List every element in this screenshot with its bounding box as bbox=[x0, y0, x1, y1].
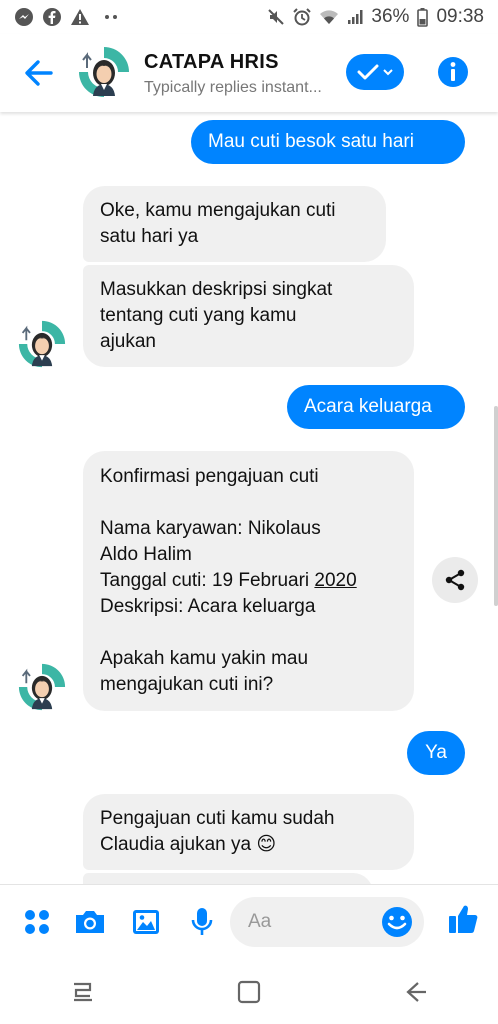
emoji-icon[interactable] bbox=[380, 905, 414, 939]
confirmation-heading: Konfirmasi pengajuan cuti bbox=[100, 466, 319, 487]
leave-date: Tanggal cuti: 19 Februari 2020 bbox=[100, 568, 397, 594]
incoming-message[interactable]: Oke, kamu mengajukan cuti satu hari ya bbox=[83, 186, 386, 262]
share-button[interactable] bbox=[432, 557, 478, 603]
outgoing-message[interactable]: Acara keluarga bbox=[287, 385, 465, 429]
confirmation-question: Apakah kamu yakin mau mengajukan cuti in… bbox=[100, 648, 309, 695]
outgoing-message[interactable]: Ya bbox=[407, 731, 465, 775]
info-icon bbox=[438, 57, 468, 87]
scrollbar[interactable] bbox=[494, 406, 498, 606]
smile-emoji: 😊 bbox=[256, 834, 277, 855]
info-button[interactable] bbox=[437, 56, 469, 88]
leave-date-label: Tanggal cuti: 19 Februari bbox=[100, 570, 315, 591]
message-list[interactable]: Mau cuti besok satu hari Oke, kamu menga… bbox=[0, 112, 498, 884]
message-input-placeholder: Aa bbox=[248, 911, 272, 932]
message-input[interactable]: Aa bbox=[230, 897, 424, 947]
nav-back-button[interactable] bbox=[395, 972, 435, 1012]
more-dots-icon bbox=[104, 14, 118, 20]
wifi-icon bbox=[319, 9, 339, 25]
battery-percent: 36% bbox=[371, 6, 410, 27]
recent-apps-button[interactable] bbox=[63, 972, 103, 1012]
bot-avatar[interactable] bbox=[18, 663, 66, 711]
status-bar-left bbox=[14, 7, 118, 27]
order-status-button[interactable] bbox=[346, 54, 404, 90]
outgoing-message[interactable]: Mau cuti besok satu hari bbox=[191, 120, 465, 164]
recent-apps-icon bbox=[74, 982, 92, 1002]
bot-avatar[interactable] bbox=[18, 320, 66, 368]
apps-icon[interactable] bbox=[20, 905, 54, 939]
like-icon[interactable] bbox=[446, 902, 480, 936]
facebook-icon bbox=[42, 7, 62, 27]
contact-avatar[interactable] bbox=[78, 46, 130, 98]
chevron-down-icon bbox=[383, 69, 393, 76]
system-navigation-bar bbox=[0, 960, 498, 1024]
leave-description: Deskripsi: Acara keluarga bbox=[100, 596, 316, 617]
mute-icon bbox=[267, 8, 285, 26]
home-button[interactable] bbox=[229, 972, 269, 1012]
alarm-icon bbox=[293, 8, 312, 26]
signal-icon bbox=[347, 9, 363, 25]
conversation-subtitle: Typically replies instant... bbox=[144, 79, 322, 96]
camera-icon[interactable] bbox=[73, 905, 107, 939]
incoming-message[interactable]: Pengajuan cuti kamu sudah Claudia ajukan… bbox=[83, 794, 414, 870]
nav-back-icon bbox=[406, 982, 426, 1002]
leave-date-year-link[interactable]: 2020 bbox=[314, 570, 356, 591]
confirmation-message[interactable]: Konfirmasi pengajuan cuti Nama karyawan:… bbox=[83, 451, 414, 711]
home-icon bbox=[237, 980, 261, 1004]
message-text: Pengajuan cuti kamu sudah Claudia ajukan… bbox=[100, 808, 335, 855]
warning-icon bbox=[70, 7, 90, 27]
back-arrow-icon bbox=[25, 60, 53, 86]
share-icon bbox=[445, 569, 465, 591]
message-composer: Aa bbox=[0, 884, 498, 960]
clock-time: 09:38 bbox=[436, 6, 484, 27]
microphone-icon[interactable] bbox=[185, 905, 219, 939]
status-bar-right: 36% 09:38 bbox=[267, 6, 484, 28]
gallery-icon[interactable] bbox=[129, 905, 163, 939]
checkmark-icon bbox=[357, 64, 379, 80]
incoming-message[interactable]: Masukkan deskripsi singkat tentang cuti … bbox=[83, 265, 414, 367]
back-button[interactable] bbox=[20, 54, 58, 92]
conversation-header: CATAPA HRIS Typically replies instant... bbox=[0, 34, 498, 112]
conversation-title: CATAPA HRIS bbox=[144, 51, 279, 73]
status-bar: 36% 09:38 bbox=[0, 0, 498, 34]
messenger-icon bbox=[14, 7, 34, 27]
battery-icon bbox=[417, 7, 429, 27]
employee-name: Nama karyawan: Nikolaus Aldo Halim bbox=[100, 518, 321, 565]
incoming-message-partial[interactable] bbox=[83, 873, 373, 884]
